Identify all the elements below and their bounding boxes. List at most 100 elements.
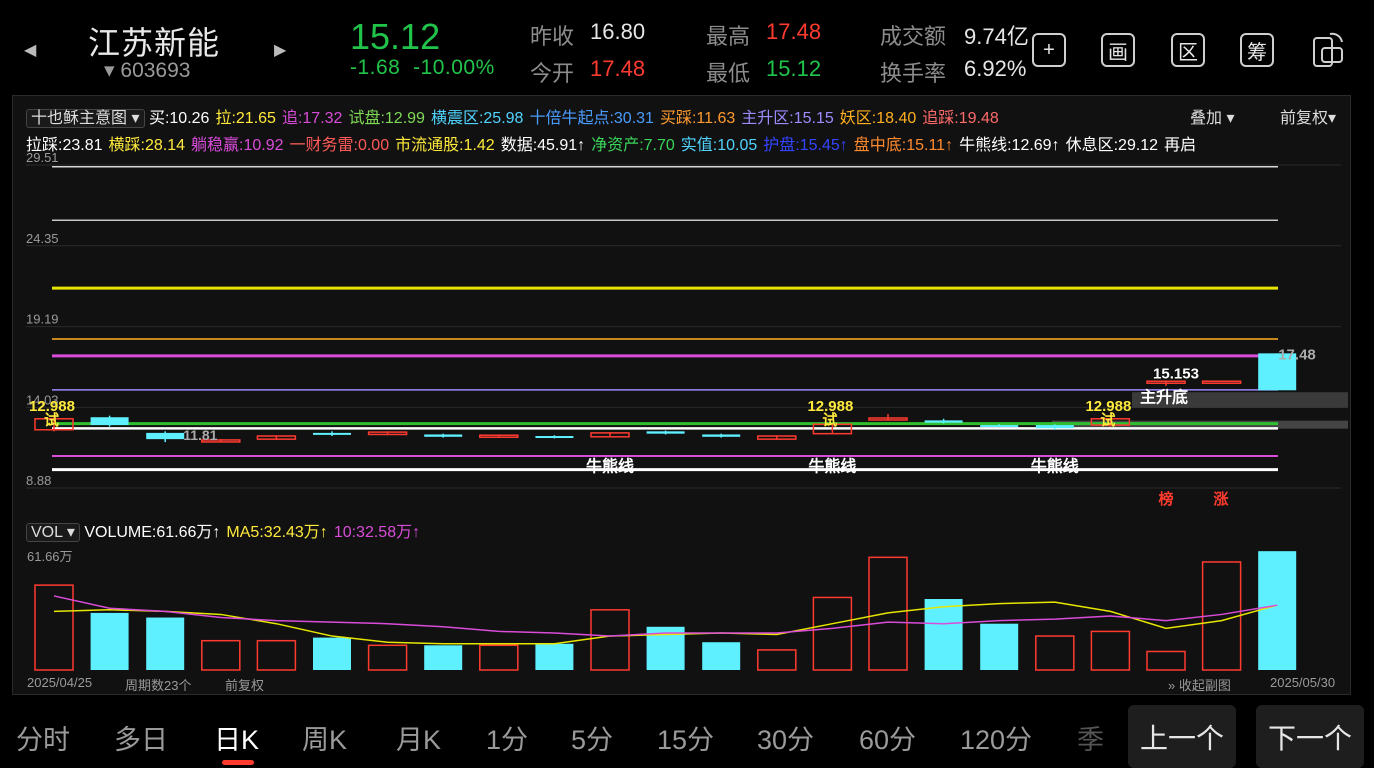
tab-multiday[interactable]: 多日 bbox=[114, 718, 168, 757]
tab-120min[interactable]: 120分 bbox=[960, 718, 1032, 757]
main-rise-bottom-label: 主升底 bbox=[1140, 387, 1188, 406]
indicator-value-4: 横震区:25.98 bbox=[430, 110, 524, 127]
y-tick-label: 24.35 bbox=[26, 231, 59, 246]
candlestick-chart[interactable]: 29.5124.3519.1914.038.8812.988试12.988试12… bbox=[12, 150, 1349, 515]
volume-bar bbox=[812, 596, 853, 671]
turnover-rate-value: 6.92% bbox=[964, 56, 1027, 81]
next-stock-arrow[interactable]: ▶ bbox=[274, 40, 286, 60]
candle-body bbox=[313, 432, 351, 435]
volume-value-0: VOLUME:61.66万↑ bbox=[84, 524, 221, 541]
end-date: 2025/05/30 bbox=[1270, 675, 1336, 690]
high-label: 最高 bbox=[706, 24, 751, 49]
ref-line-value: 15.153 bbox=[1153, 365, 1199, 382]
high-value: 17.48 bbox=[766, 19, 822, 44]
tab-daily-k[interactable]: 日K bbox=[214, 718, 259, 757]
test-mark: 试 bbox=[822, 411, 837, 429]
prev-stock-arrow[interactable]: ◀ bbox=[24, 40, 36, 60]
volume-values: VOLUME:61.66万↑ MA5:32.43万↑ 10:32.58万↑ bbox=[84, 524, 426, 541]
tab-intraday[interactable]: 分时 bbox=[16, 718, 70, 757]
low-label: 最低 bbox=[706, 61, 751, 86]
test-mark: 试 bbox=[1100, 411, 1115, 429]
volume-bar bbox=[1146, 650, 1186, 671]
open-label: 今开 bbox=[530, 61, 575, 86]
chip-button[interactable]: 筹 bbox=[1240, 33, 1274, 67]
turnover-value: 9.74亿 bbox=[964, 24, 1029, 49]
candle-body bbox=[980, 425, 1019, 428]
collapse-subchart-button[interactable]: » 收起副图 bbox=[1168, 675, 1231, 694]
price-change: -1.68 -10.00% bbox=[350, 56, 495, 80]
collapse-subchart-label: 收起副图 bbox=[1178, 678, 1231, 693]
volume-value-1: MA5:32.43万↑ bbox=[226, 524, 328, 541]
volume-bar bbox=[1090, 630, 1131, 671]
turnover-rate-label: 换手率 bbox=[880, 61, 947, 86]
y-tick-label: 29.51 bbox=[26, 150, 59, 165]
volume-bar bbox=[313, 637, 351, 670]
tab-1min[interactable]: 1分 bbox=[486, 718, 528, 757]
volume-bar bbox=[146, 617, 185, 670]
volume-bar bbox=[924, 599, 963, 670]
tab-quarter[interactable]: 季 bbox=[1077, 718, 1104, 757]
range-button[interactable]: 区 bbox=[1171, 33, 1205, 67]
candle-body bbox=[424, 434, 463, 437]
footer-adjust: 前复权 bbox=[225, 678, 265, 693]
adjust-select[interactable]: 前复权▾ bbox=[1280, 104, 1336, 128]
test-mark: 试 bbox=[44, 411, 59, 429]
adjust-label: 前复权 bbox=[1280, 110, 1329, 127]
indicator-select[interactable]: 十也稣主意图 ▾ bbox=[26, 109, 145, 128]
candle-body bbox=[146, 432, 185, 440]
low-price-label: 11.81 bbox=[183, 427, 217, 443]
tab-weekly-k[interactable]: 周K bbox=[302, 718, 347, 757]
tab-5min[interactable]: 5分 bbox=[571, 718, 613, 757]
candle-body bbox=[646, 431, 685, 434]
tab-15min[interactable]: 15分 bbox=[657, 718, 714, 757]
indicator-value-8: 妖区:18.40 bbox=[839, 110, 917, 127]
current-price: 15.12 bbox=[350, 16, 441, 57]
indicator-value-2: 追:17.32 bbox=[281, 110, 343, 127]
change-value: -1.68 bbox=[350, 56, 401, 79]
limit-up-marker: 涨 bbox=[1213, 491, 1228, 508]
tab-monthly-k[interactable]: 月K bbox=[396, 718, 441, 757]
volume-bar bbox=[590, 609, 630, 671]
low-value: 15.12 bbox=[766, 56, 822, 81]
turnover-label: 成交额 bbox=[880, 24, 947, 49]
indicator-value-0: 买:10.26 bbox=[148, 110, 210, 127]
tab-30min[interactable]: 30分 bbox=[757, 718, 814, 757]
stock-code[interactable]: ▾ 603693 bbox=[104, 58, 190, 83]
next-stock-button[interactable]: 下一个 bbox=[1256, 705, 1364, 768]
period-count: 周期数23个 bbox=[125, 678, 192, 693]
y-tick-label: 8.88 bbox=[26, 473, 51, 488]
tab-60min[interactable]: 60分 bbox=[859, 718, 916, 757]
indicator-value-7: 主升区:15.15 bbox=[741, 110, 834, 127]
volume-bar bbox=[757, 649, 797, 671]
draw-button[interactable]: 画 bbox=[1101, 33, 1135, 67]
overlay-select[interactable]: 叠加 ▾ bbox=[1190, 104, 1235, 128]
indicator-row-1: 十也稣主意图 ▾ 买:10.26 拉:21.65 追:17.32 试盘:12.99 横震… bbox=[26, 104, 1005, 128]
volume-indicator-row: VOL ▾ VOLUME:61.66万↑ MA5:32.43万↑ 10:32.58万… bbox=[26, 518, 426, 542]
y-tick-label: 19.19 bbox=[26, 312, 59, 327]
volume-bar bbox=[256, 639, 297, 671]
bull-bear-line-label: 牛熊线 bbox=[1031, 457, 1079, 476]
indicator-value-3: 试盘:12.99 bbox=[348, 110, 425, 127]
volume-bar bbox=[201, 639, 241, 671]
open-value: 17.48 bbox=[590, 56, 646, 81]
volume-chart[interactable] bbox=[12, 540, 1349, 672]
last-price-label: 17.48 bbox=[1278, 346, 1316, 363]
volume-bar bbox=[34, 584, 74, 671]
add-watchlist-button[interactable]: + bbox=[1032, 33, 1066, 67]
change-pct: -10.00% bbox=[413, 56, 495, 79]
start-date: 2025/04/25 bbox=[27, 675, 93, 690]
volume-bar bbox=[702, 642, 741, 670]
candle-body bbox=[90, 417, 129, 426]
rotate-screen-icon[interactable] bbox=[1308, 30, 1348, 75]
prev-close-label: 昨收 bbox=[530, 24, 575, 49]
candle-body bbox=[535, 436, 574, 439]
indicator-select-label: 十也稣主意图 bbox=[31, 110, 128, 127]
previous-stock-button[interactable]: 上一个 bbox=[1128, 705, 1236, 768]
candle-body bbox=[702, 434, 741, 437]
active-tab-indicator bbox=[222, 760, 254, 765]
candle-body bbox=[1035, 425, 1074, 429]
volume-bar bbox=[424, 645, 463, 670]
volume-bar bbox=[868, 556, 908, 671]
volume-bar bbox=[367, 644, 408, 671]
stock-code-value: 603693 bbox=[120, 59, 191, 82]
